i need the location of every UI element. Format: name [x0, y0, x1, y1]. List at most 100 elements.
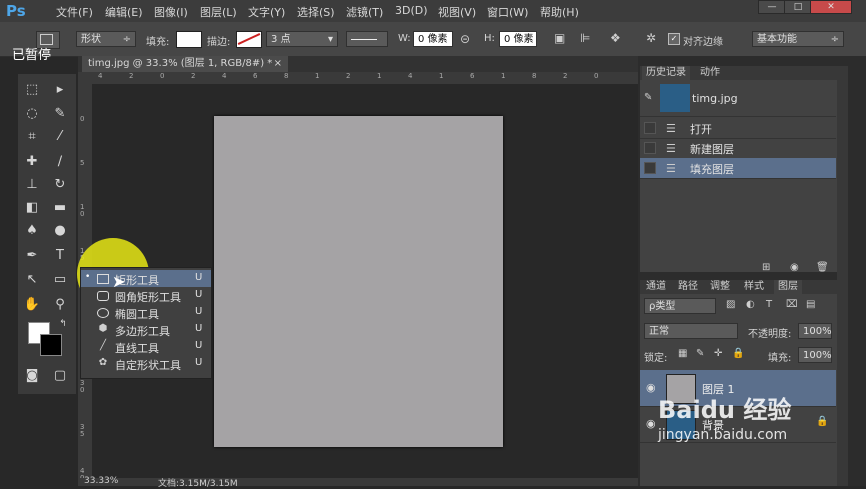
quick-mask-icon[interactable]: ◙ — [21, 366, 43, 386]
history-item-label: 填充图层 — [690, 163, 734, 176]
mode-dropdown[interactable]: 形状 ÷ — [76, 31, 136, 47]
history-source-checkbox[interactable] — [644, 162, 656, 174]
path-alignment-icon[interactable]: ⊫ — [580, 31, 590, 45]
healing-brush-icon[interactable]: ✚ — [21, 152, 43, 172]
hand-tool-icon[interactable]: ✋ — [21, 295, 43, 315]
adjustment-filter-icon[interactable]: ◐ — [746, 299, 755, 310]
history-source-checkbox[interactable] — [644, 142, 656, 154]
history-snapshot[interactable]: ✎ timg.jpg — [640, 82, 836, 117]
flyout-item-ellipse[interactable]: 椭圆工具 U — [81, 304, 211, 321]
history-item[interactable]: ☰ 打开 — [640, 118, 836, 139]
dodge-tool-icon[interactable]: ● — [49, 221, 71, 241]
menu-type[interactable]: 文字(Y) — [248, 4, 285, 20]
path-arrangement-icon[interactable]: ❖ — [610, 31, 621, 45]
shape-tool-icon[interactable]: ▭ — [49, 270, 71, 290]
pen-tool-icon[interactable]: ✒ — [21, 246, 43, 266]
stroke-size-input[interactable]: 3 点 ▾ — [266, 31, 338, 47]
close-button[interactable]: ✕ — [810, 0, 852, 14]
close-icon[interactable]: × — [274, 56, 282, 72]
eyedropper-icon[interactable]: ⁄ — [49, 127, 71, 147]
menu-filter[interactable]: 滤镜(T) — [346, 4, 383, 20]
menu-3d[interactable]: 3D(D) — [395, 4, 428, 17]
flyout-item-rounded-rectangle[interactable]: 圆角矩形工具 U — [81, 287, 211, 304]
history-brush-icon[interactable]: ↻ — [49, 175, 71, 195]
menu-file[interactable]: 文件(F) — [56, 4, 93, 20]
flyout-item-line[interactable]: ╱ 直线工具 U — [81, 338, 211, 355]
lock-pixels-icon[interactable]: ✎ — [696, 348, 704, 359]
document-canvas[interactable] — [214, 116, 503, 447]
stroke-swatch[interactable] — [236, 31, 262, 48]
flyout-shortcut: U — [195, 357, 203, 368]
fill-swatch[interactable] — [176, 31, 202, 48]
gear-icon[interactable]: ✲ — [646, 31, 656, 45]
link-icon[interactable]: ⊝ — [460, 32, 470, 46]
flyout-item-custom-shape[interactable]: ✿ 自定形状工具 U — [81, 355, 211, 372]
gradient-icon[interactable]: ▬ — [49, 198, 71, 218]
path-selection-icon[interactable]: ↖ — [21, 270, 43, 290]
width-input[interactable]: 0 像素 — [413, 31, 453, 47]
blend-mode-dropdown[interactable]: 正常 — [644, 323, 738, 339]
crop-tool-icon[interactable]: ⌗ — [21, 127, 43, 147]
layer-filter-dropdown[interactable]: ρ类型 — [644, 298, 716, 314]
camera-icon[interactable]: ◉ — [790, 262, 799, 273]
eraser-icon[interactable]: ◧ — [21, 198, 43, 218]
path-operations-icon[interactable]: ▣ — [554, 31, 565, 45]
tab-styles[interactable]: 样式 — [740, 280, 768, 294]
menu-window[interactable]: 窗口(W) — [487, 4, 528, 20]
workspace-dropdown[interactable]: 基本功能 ÷ — [752, 31, 844, 47]
tab-actions[interactable]: 动作 — [696, 66, 724, 80]
tab-layers[interactable]: 图层 — [774, 280, 802, 294]
type-filter-icon[interactable]: T — [766, 299, 772, 310]
tab-history[interactable]: 历史记录 — [642, 66, 690, 80]
smart-object-filter-icon[interactable]: ▤ — [806, 299, 815, 310]
zoom-level[interactable]: 33.33% — [84, 476, 118, 486]
menu-image[interactable]: 图像(I) — [154, 4, 188, 20]
lasso-tool-icon[interactable]: ◌ — [21, 104, 43, 124]
flyout-item-rectangle[interactable]: • 矩形工具 U — [81, 270, 211, 287]
zoom-tool-icon[interactable]: ⚲ — [49, 295, 71, 315]
image-filter-icon[interactable]: ▨ — [726, 299, 735, 310]
stroke-type-dropdown[interactable] — [346, 31, 388, 47]
brush-tool-icon[interactable]: ∕ — [49, 152, 71, 172]
tab-paths[interactable]: 路径 — [674, 280, 702, 294]
maximize-button[interactable]: □ — [784, 0, 812, 14]
eye-icon[interactable]: ◉ — [646, 381, 656, 394]
menu-edit[interactable]: 编辑(E) — [105, 4, 143, 20]
custom-shape-icon: ✿ — [98, 357, 108, 368]
screen-mode-icon[interactable]: ▢ — [49, 366, 71, 386]
flyout-item-polygon[interactable]: ⬢ 多边形工具 U — [81, 321, 211, 338]
flyout-shortcut: U — [195, 340, 203, 351]
lock-transparent-icon[interactable]: ▦ — [678, 348, 687, 359]
menu-select[interactable]: 选择(S) — [297, 4, 335, 20]
opacity-input[interactable]: 100% — [798, 323, 832, 339]
document-tab[interactable]: timg.jpg @ 33.3% (图层 1, RGB/8#) * × — [82, 56, 288, 72]
eye-icon[interactable]: ◉ — [646, 417, 656, 430]
tab-adjustments[interactable]: 调整 — [706, 280, 734, 294]
minimize-button[interactable]: — — [758, 0, 786, 14]
menu-help[interactable]: 帮助(H) — [540, 4, 579, 20]
history-source-checkbox[interactable] — [644, 122, 656, 134]
history-item[interactable]: ☰ 新建图层 — [640, 138, 836, 159]
swap-colors-icon[interactable]: ↰ — [52, 314, 74, 334]
move-tool-icon[interactable]: ▸ — [49, 80, 71, 100]
tab-channels[interactable]: 通道 — [642, 280, 670, 294]
menu-view[interactable]: 视图(V) — [438, 4, 476, 20]
new-document-from-state-icon[interactable]: ⊞ — [762, 262, 770, 273]
menu-layer[interactable]: 图层(L) — [200, 4, 237, 20]
lock-all-icon[interactable]: 🔒 — [732, 348, 744, 359]
type-tool-icon[interactable]: T — [49, 246, 71, 266]
lock-position-icon[interactable]: ✛ — [714, 348, 722, 359]
panel-scrollbar[interactable] — [837, 66, 848, 486]
clone-stamp-icon[interactable]: ⊥ — [21, 175, 43, 195]
height-input[interactable]: 0 像素 — [499, 31, 537, 47]
ruler-tick-label: 8 — [532, 72, 537, 80]
background-color-swatch[interactable] — [40, 334, 62, 356]
quick-selection-icon[interactable]: ✎ — [49, 104, 71, 124]
marquee-tool-icon[interactable]: ⬚ — [21, 80, 43, 100]
shape-filter-icon[interactable]: ⌧ — [786, 299, 798, 310]
history-item-active[interactable]: ☰ 填充图层 — [640, 158, 836, 179]
trash-icon[interactable]: 🗑 — [816, 262, 829, 273]
fill-input[interactable]: 100% — [798, 347, 832, 363]
align-edges-checkbox[interactable]: ✓ — [668, 33, 680, 45]
blur-tool-icon[interactable]: ♠ — [21, 221, 43, 241]
